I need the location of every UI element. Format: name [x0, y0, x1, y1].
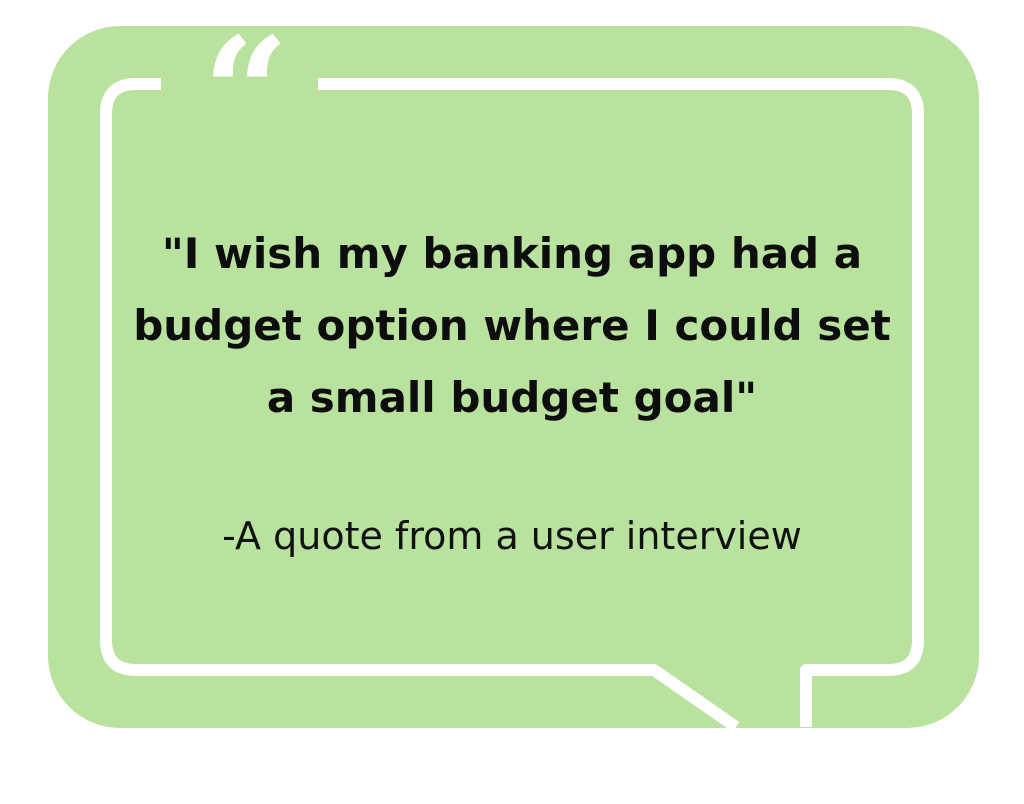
quote-text: "I wish my banking app had a budget opti… [133, 229, 891, 422]
quote-attribution: -A quote from a user interview [222, 514, 802, 558]
quotation-mark-icon: “ [202, 5, 290, 181]
